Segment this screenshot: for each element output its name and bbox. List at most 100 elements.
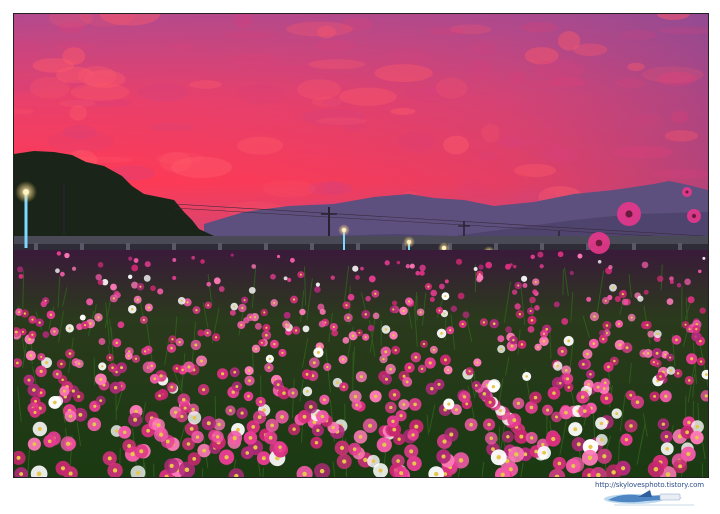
cosmos-flower [230,253,234,257]
cloud-puff [385,48,433,66]
cosmos-flower [684,278,691,286]
cosmos-flower [273,441,287,454]
cosmos-flower [620,433,633,446]
cosmos-flower [79,314,86,321]
cloud-puff [308,59,365,70]
cosmos-flower [525,431,538,444]
cosmos-flower [381,373,392,385]
cosmos-flower [615,319,624,328]
cosmos-flower [190,339,202,351]
cloud-puff [435,77,468,99]
cosmos-flower [369,390,382,403]
cosmos-flower [513,264,517,269]
cosmos-flower [183,361,195,373]
cosmos-flower [522,283,528,288]
cloud-puff [631,113,660,128]
cosmos-flower [673,459,688,474]
cosmos-flower [106,353,114,362]
cosmos-flower [166,343,177,353]
cosmos-flower [372,312,380,320]
cosmos-flower [429,297,435,303]
cosmos-flower [410,352,422,363]
cosmos-flower [86,298,94,306]
cosmos-flower [311,424,324,437]
cosmos-flower [336,453,352,470]
cosmos-flower [157,288,164,295]
cosmos-flower [545,431,561,447]
cosmos-flower [27,437,41,451]
cosmos-flower [260,308,269,317]
cosmos-flower [424,283,432,291]
cosmos-flower [395,410,407,422]
cosmos-flower [563,335,574,347]
cosmos-flower [458,390,471,403]
cosmos-flower-closeup [617,202,641,226]
cosmos-flower [508,446,525,463]
cloud-puff [443,135,470,155]
cosmos-flower [18,273,24,279]
cosmos-flower [444,279,449,284]
cosmos-flower [484,396,496,408]
lamp-light [342,228,346,232]
cloud-puff [528,80,560,89]
cosmos-flower [420,340,428,348]
cosmos-flower [97,261,104,268]
cosmos-flower [211,430,224,443]
cosmos-flower [164,458,180,474]
cosmos-flower [109,294,118,303]
cosmos-flower [131,264,139,272]
cosmos-flower [641,261,649,269]
cosmos-flower [479,318,488,327]
cosmos-flower [265,354,274,363]
cosmos-flower [304,400,318,414]
cosmos-flower [526,307,535,315]
cloud-puff [558,31,581,51]
cosmos-flower [681,320,690,329]
cosmos-flower [417,364,427,374]
cosmos-flower [46,310,56,320]
cosmos-flower [362,333,370,341]
cosmos-flower [95,273,102,281]
cosmos-flower [607,294,613,301]
cosmos-flower [362,418,378,433]
cosmos-flower [177,393,191,407]
cosmos-flower [236,407,248,419]
cosmos-flower [501,430,514,443]
cosmos-flower [497,335,505,343]
cosmos-flower [314,286,321,293]
cloud-puff [470,40,497,55]
cosmos-flower [318,320,326,328]
cosmos-flower [521,275,528,282]
cosmos-flower [342,301,351,310]
cosmos-flower [128,256,133,261]
cloud-puff [664,130,699,142]
cosmos-flower [28,330,37,339]
cosmos-flower [32,421,48,437]
cloud-puff [69,105,88,121]
cosmos-flower [241,296,249,304]
cosmos-flower [592,381,604,393]
cosmos-flower [547,386,561,400]
cosmos-flower [270,273,276,280]
cosmos-flower [588,338,599,349]
cosmos-flower-closeup [682,187,692,197]
cosmos-flower [669,280,674,285]
cosmos-flower [154,390,165,401]
cosmos-flower [107,363,118,373]
cosmos-flower [248,286,256,294]
cosmos-flower [131,354,141,363]
cosmos-flower [656,371,666,381]
cosmos-flower [172,364,182,373]
cosmos-flower [651,348,663,359]
cosmos-flower [55,460,71,476]
cosmos-flower [264,431,278,445]
cosmos-flower [443,398,455,410]
cosmos-flower [287,387,299,399]
cosmos-flower [376,437,392,453]
cosmos-flower [430,289,438,297]
cosmos-flower [351,399,362,411]
cosmos-flower [522,371,532,381]
cosmos-flower [330,275,335,280]
cosmos-flower [436,328,447,339]
cloud-puff [226,53,281,68]
